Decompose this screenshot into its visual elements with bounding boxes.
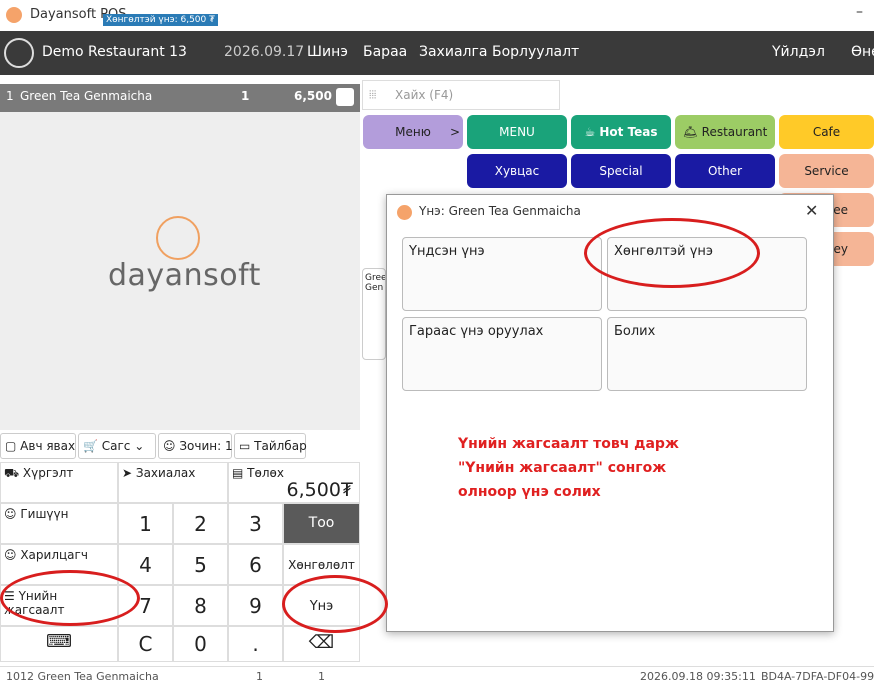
nav-sales[interactable]: Борлуулалт [492, 44, 579, 60]
key-clear[interactable]: C [118, 626, 173, 662]
barcode-icon: ⦙⦙⦙ [369, 88, 377, 101]
cart-button[interactable]: 🛒 Сагс ⌄ [78, 433, 156, 459]
key-9[interactable]: 9 [228, 585, 283, 626]
key-1[interactable]: 1 [118, 503, 173, 544]
cart-label: Сагс [101, 439, 131, 453]
takeaway-button[interactable]: ▢ Авч явах [0, 433, 76, 459]
order-line[interactable]: 1 Green Tea Genmaicha 1 6,500 [0, 84, 360, 112]
place-order-label: Захиалах [135, 466, 196, 480]
brand-logo-text: dayansoft [108, 258, 261, 293]
category-special[interactable]: Special [571, 154, 671, 188]
category-cafe[interactable]: Cafe [779, 115, 874, 149]
status-b: 1 [318, 670, 325, 683]
takeaway-label: Авч явах [20, 439, 76, 453]
top-navbar: Demo Restaurant 13 2026.09.17 Шинэ Бараа… [0, 31, 874, 75]
product-search[interactable]: ⦙⦙⦙ Хайх (F4) [362, 80, 560, 110]
delivery-label: Хүргэлт [22, 466, 74, 480]
key-8[interactable]: 8 [173, 585, 228, 626]
nav-more[interactable]: Өнө [851, 44, 874, 60]
status-item: 1012 Green Tea Genmaicha [6, 670, 159, 683]
order-line-name: Green Tea Genmaicha [20, 89, 153, 103]
total-amount: 6,500₮ [286, 479, 353, 501]
highlight-price-list [0, 570, 140, 626]
category-other[interactable]: Other [675, 154, 775, 188]
category-hot-teas[interactable]: ☕ Hot Teas [571, 115, 671, 149]
search-placeholder: Хайх (F4) [395, 88, 454, 102]
member-button[interactable]: ☺ Гишүүн [0, 503, 118, 544]
category-hot-teas-label: Hot Teas [599, 125, 658, 139]
category-clothing[interactable]: Хувцас [467, 154, 567, 188]
annotation-note: Үнийн жагсаалт товч дарж "Үнийн жагсаалт… [458, 436, 679, 500]
restaurant-name: Demo Restaurant 13 [42, 44, 187, 60]
key-6[interactable]: 6 [228, 544, 283, 585]
place-order-button[interactable]: ➤ Захиалах [118, 462, 228, 503]
member-label: Гишүүн [20, 507, 69, 521]
key-4[interactable]: 4 [118, 544, 173, 585]
nav-products[interactable]: Бараа [363, 44, 407, 60]
order-line-index: 1 [6, 89, 14, 103]
key-dot[interactable]: . [228, 626, 283, 662]
pay-label: Төлөх [247, 466, 284, 480]
pay-button[interactable]: ▤ Төлөх 6,500₮ [228, 462, 360, 503]
nav-orders[interactable]: Захиалга [419, 44, 487, 60]
order-line-qty: 1 [241, 89, 250, 103]
minimize-button[interactable]: – [856, 4, 863, 20]
key-0[interactable]: 0 [173, 626, 228, 662]
product-card[interactable]: Gree Gen [362, 268, 386, 360]
category-service[interactable]: Service [779, 154, 874, 188]
dialog-title: Үнэ: Green Tea Genmaicha [419, 204, 581, 218]
delivery-button[interactable]: ⛟ Хүргэлт [0, 462, 118, 503]
category-restaurant-label: Restaurant [701, 125, 768, 139]
category-menu-en[interactable]: MENU [467, 115, 567, 149]
status-a: 1 [256, 670, 263, 683]
comment-label: Тайлбар [254, 439, 307, 453]
key-2[interactable]: 2 [173, 503, 228, 544]
category-cafe-label: Cafe [812, 125, 841, 139]
option-manual-price[interactable]: Гараас үнэ оруулах [402, 317, 602, 391]
key-3[interactable]: 3 [228, 503, 283, 544]
business-date: 2026.09.17 [224, 44, 305, 60]
comment-button[interactable]: ▭ Тайлбар [234, 433, 307, 459]
discount-price-badge: Хөнгөлтэй үнэ: 6,500 ₮ [103, 14, 218, 26]
dialog-logo-icon [397, 205, 412, 220]
key-5[interactable]: 5 [173, 544, 228, 585]
app-logo-icon [6, 7, 22, 23]
nav-new[interactable]: Шинэ [307, 44, 348, 60]
customer-label: Харилцагч [20, 548, 88, 562]
status-bar: 1012 Green Tea Genmaicha 1 1 2026.09.18 … [0, 666, 874, 686]
dayansoft-logo-icon [156, 216, 200, 260]
option-cancel[interactable]: Болих [607, 317, 807, 391]
order-line-price: 6,500 [294, 89, 332, 103]
category-menu[interactable]: Меню > [363, 115, 463, 149]
close-icon[interactable]: ✕ [805, 201, 818, 220]
order-line-checkbox[interactable] [336, 88, 354, 106]
highlight-price-button [282, 575, 388, 633]
qty-mode-button[interactable]: Тоо [283, 503, 360, 544]
option-base-price[interactable]: Үндсэн үнэ [402, 237, 602, 311]
highlight-discount-option [584, 218, 760, 288]
nav-actions[interactable]: Үйлдэл [772, 44, 825, 60]
status-datetime: 2026.09.18 09:35:11 [640, 670, 756, 683]
category-restaurant[interactable]: 🛎 Restaurant [675, 115, 775, 149]
keypad: ⛟ Хүргэлт ➤ Захиалах ▤ Төлөх 6,500₮ ☺ Ги… [0, 462, 360, 662]
category-menu-label: Меню [395, 125, 431, 139]
chevron-right-icon: > [449, 125, 460, 139]
keyboard-icon[interactable]: ⌨ [0, 626, 118, 662]
guests-button[interactable]: ☺ Зочин: 1 [158, 433, 233, 459]
guests-label: Зочин: 1 [179, 439, 233, 453]
status-code: BD4A-7DFA-DF04-99... [761, 670, 874, 683]
globe-icon[interactable] [4, 38, 34, 68]
